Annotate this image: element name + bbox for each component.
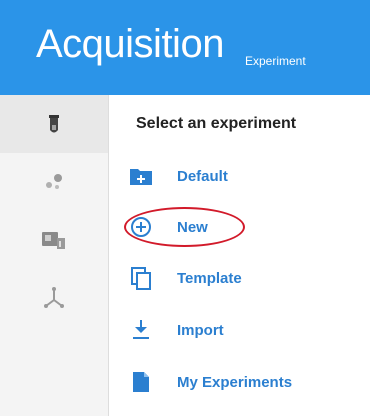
file-icon bbox=[127, 370, 155, 394]
menu-item-import[interactable]: Import bbox=[127, 313, 357, 347]
app-subtitle: Experiment bbox=[245, 54, 306, 68]
rail-item-samples[interactable] bbox=[0, 153, 108, 211]
download-icon bbox=[127, 318, 155, 342]
copy-icon bbox=[127, 266, 155, 290]
main-panel: Select an experiment Default New Templat… bbox=[109, 95, 370, 416]
app-title: Acquisition bbox=[36, 22, 224, 66]
menu-item-template[interactable]: Template bbox=[127, 261, 357, 295]
menu-item-my-experiments[interactable]: My Experiments bbox=[127, 365, 357, 399]
menu-item-label: Template bbox=[177, 269, 242, 287]
rail-item-network[interactable] bbox=[0, 269, 108, 327]
menu-item-label: My Experiments bbox=[177, 373, 293, 391]
device-icon bbox=[42, 232, 65, 249]
dots-icon bbox=[46, 174, 62, 189]
folder-plus-icon bbox=[127, 164, 155, 188]
network-icon bbox=[44, 287, 64, 308]
menu-item-label: Import bbox=[177, 321, 224, 339]
menu-item-default[interactable]: Default bbox=[127, 159, 357, 193]
rail-item-device[interactable] bbox=[0, 211, 108, 269]
section-title: Select an experiment bbox=[136, 115, 297, 132]
app-header: Acquisition Experiment bbox=[0, 0, 370, 95]
menu-item-label: Default bbox=[177, 167, 228, 185]
rail-item-experiment[interactable] bbox=[0, 95, 108, 153]
annotation-ellipse bbox=[124, 207, 245, 247]
test-tube-icon bbox=[49, 115, 59, 133]
